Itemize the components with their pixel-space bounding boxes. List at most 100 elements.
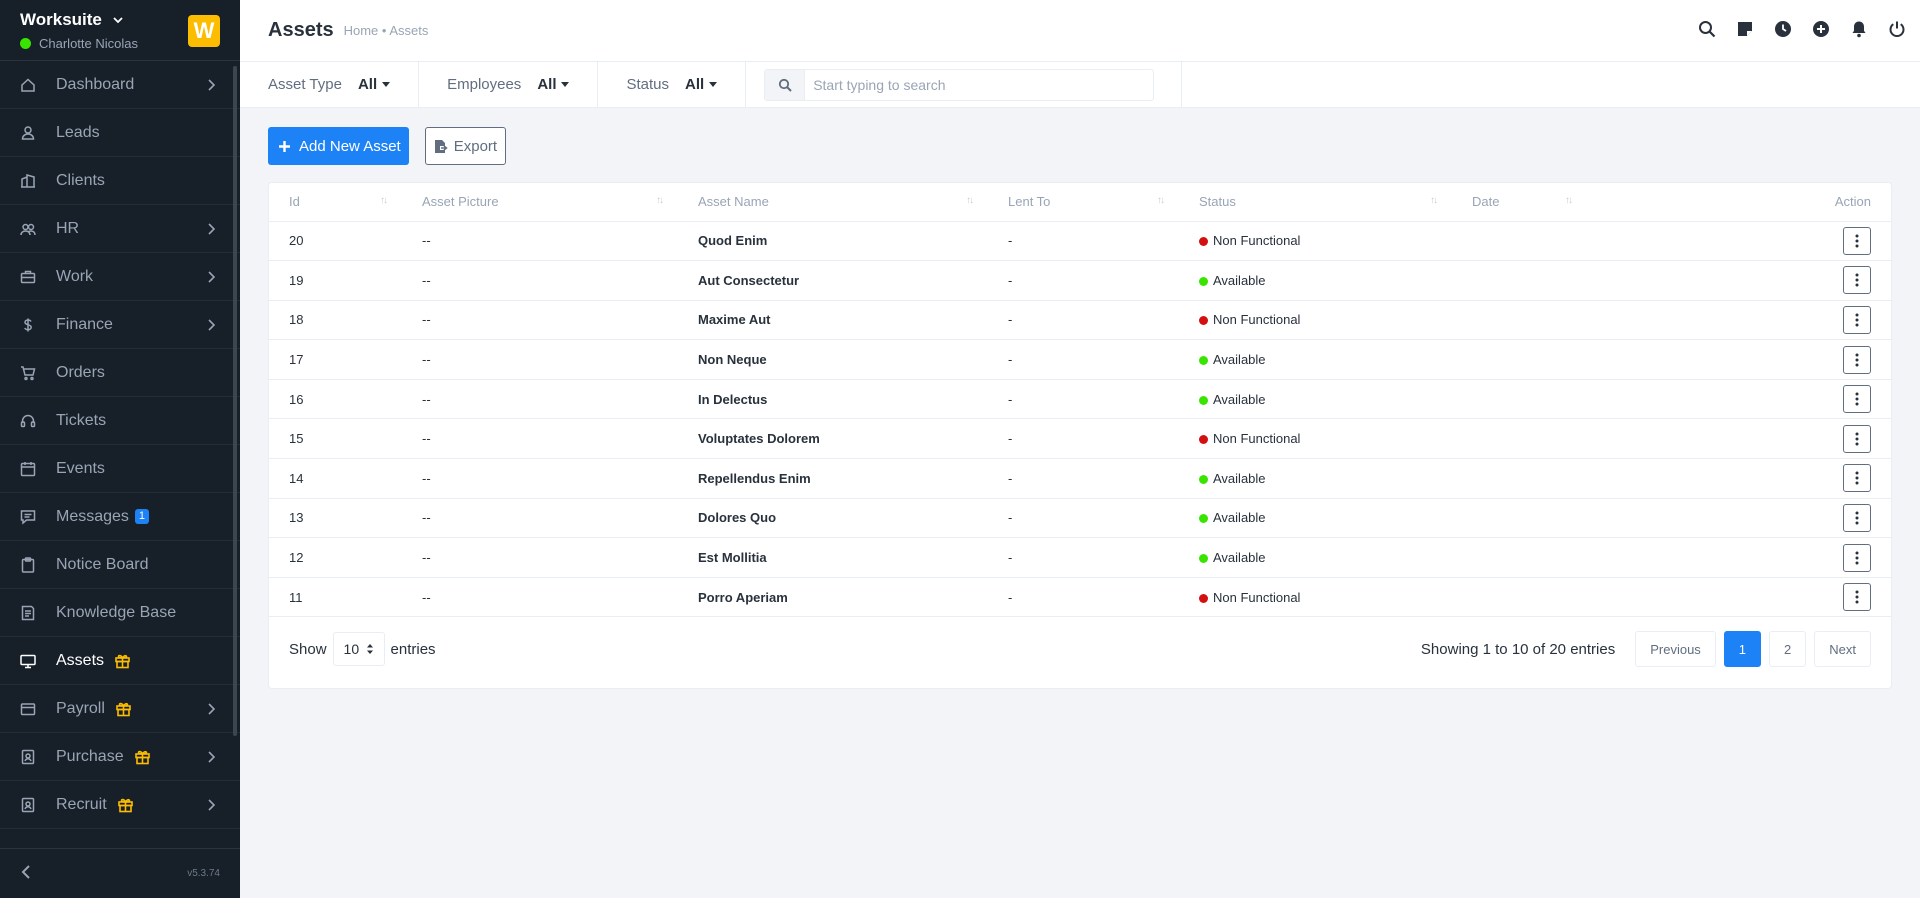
cell-asset-name[interactable]: Repellendus Enim: [678, 458, 988, 499]
page-title: Assets: [268, 19, 334, 41]
column-header-asset-picture[interactable]: Asset Picture ↑↓: [402, 183, 678, 222]
chat-icon: [20, 509, 36, 525]
app-logo[interactable]: W: [188, 15, 220, 47]
sidebar-item-dashboard[interactable]: Dashboard: [0, 61, 240, 109]
employees-filter[interactable]: Employees All: [419, 61, 599, 108]
kebab-menu-icon: [1855, 551, 1859, 565]
cell-asset-name[interactable]: Quod Enim: [678, 221, 988, 262]
cell-asset-picture: --: [402, 300, 678, 341]
column-label: Action: [1834, 194, 1871, 210]
cell-asset-name[interactable]: Dolores Quo: [678, 498, 988, 539]
sidebar-item-assets[interactable]: Assets: [0, 637, 240, 685]
sidebar-item-hr[interactable]: HR: [0, 205, 240, 253]
page-2-button[interactable]: 2: [1769, 631, 1807, 667]
page-header: Assets Home • Assets: [240, 0, 1920, 62]
row-actions-button[interactable]: [1843, 226, 1871, 255]
cell-date: [1452, 418, 1587, 460]
cell-asset-name[interactable]: Porro Aperiam: [678, 577, 988, 618]
sidebar-item-notice-board[interactable]: Notice Board: [0, 541, 240, 589]
building-icon: [20, 173, 36, 189]
cell-status: Available: [1179, 498, 1452, 539]
search-box: [764, 68, 1155, 101]
chevron-right-icon: [206, 318, 216, 331]
sidebar-item-finance[interactable]: Finance: [0, 301, 240, 349]
column-label: Asset Picture: [422, 194, 499, 210]
status-text: Available: [1213, 352, 1266, 368]
sort-icon: ↑↓: [1157, 195, 1165, 206]
cell-asset-picture: --: [402, 379, 678, 420]
cell-date: [1452, 379, 1587, 420]
column-label: Date: [1472, 194, 1500, 210]
sidebar-item-payroll[interactable]: Payroll: [0, 685, 240, 733]
cell-asset-name[interactable]: Maxime Aut: [678, 300, 988, 341]
cell-asset-name[interactable]: Est Mollitia: [678, 537, 988, 578]
add-circle-icon[interactable]: [1812, 20, 1830, 38]
app-version: v5.3.74: [187, 868, 220, 879]
clock-icon[interactable]: [1774, 20, 1792, 38]
sidebar-item-purchase[interactable]: Purchase: [0, 733, 240, 781]
column-header-date[interactable]: Date ↑↓: [1452, 183, 1587, 222]
sidebar-item-events[interactable]: Events: [0, 445, 240, 493]
cell-action: [1587, 498, 1891, 539]
kebab-menu-icon: [1855, 234, 1859, 248]
power-icon[interactable]: [1888, 20, 1906, 38]
asset-type-filter[interactable]: Asset Type All: [240, 61, 420, 108]
row-actions-button[interactable]: [1843, 464, 1871, 493]
column-header-asset-name[interactable]: Asset Name ↑↓: [678, 183, 988, 222]
sort-icon: ↑↓: [656, 195, 664, 206]
cell-date: [1452, 339, 1587, 380]
row-actions-button[interactable]: [1843, 503, 1871, 532]
row-actions-button[interactable]: [1843, 305, 1871, 334]
row-actions-button[interactable]: [1843, 424, 1871, 453]
breadcrumb[interactable]: Home • Assets: [344, 23, 429, 38]
filter-label: Asset Type: [268, 76, 342, 93]
kebab-menu-icon: [1855, 392, 1859, 406]
table-row: 11 -- Porro Aperiam - Non Functional: [269, 577, 1891, 618]
page-1-button[interactable]: 1: [1723, 631, 1762, 667]
row-actions-button[interactable]: [1843, 266, 1871, 295]
cell-status: Non Functional: [1179, 577, 1452, 618]
sidebar-item-knowledge-base[interactable]: Knowledge Base: [0, 589, 240, 637]
sidebar-item-recruit[interactable]: Recruit: [0, 781, 240, 829]
export-button[interactable]: Export: [424, 127, 507, 165]
page-length-select[interactable]: 10: [332, 632, 385, 666]
cell-asset-name[interactable]: Non Neque: [678, 339, 988, 380]
asset-type-dropdown[interactable]: All: [358, 76, 391, 93]
column-header-status[interactable]: Status ↑↓: [1179, 183, 1452, 222]
sidebar-item-orders[interactable]: Orders: [0, 349, 240, 397]
cell-asset-name[interactable]: Voluptates Dolorem: [678, 418, 988, 460]
row-actions-button[interactable]: [1843, 583, 1871, 612]
row-actions-button[interactable]: [1843, 543, 1871, 572]
sidebar-scrollbar[interactable]: [233, 66, 237, 736]
add-new-asset-button[interactable]: Add New Asset: [268, 127, 409, 165]
cell-date: [1452, 260, 1587, 301]
bell-icon[interactable]: [1850, 20, 1868, 38]
filter-value: All: [537, 76, 557, 93]
cell-asset-name[interactable]: Aut Consectetur: [678, 260, 988, 301]
collapse-sidebar-icon[interactable]: [20, 865, 32, 882]
sidebar-item-messages[interactable]: Messages 1: [0, 493, 240, 541]
employees-dropdown[interactable]: All: [537, 76, 570, 93]
sidebar-item-label: Finance: [56, 315, 113, 333]
sidebar-item-clients[interactable]: Clients: [0, 157, 240, 205]
caret-down-icon: [382, 82, 391, 87]
previous-page-button[interactable]: Previous: [1635, 631, 1716, 667]
status-dot-icon: [1199, 554, 1208, 564]
column-header-lent-to[interactable]: Lent To ↑↓: [988, 183, 1179, 222]
sidebar-item-tickets[interactable]: Tickets: [0, 397, 240, 445]
sidebar-item-work[interactable]: Work: [0, 253, 240, 301]
search-input[interactable]: [805, 76, 1146, 93]
row-actions-button[interactable]: [1843, 345, 1871, 374]
row-actions-button[interactable]: [1843, 385, 1871, 414]
status-dropdown[interactable]: All: [685, 76, 718, 93]
next-page-button[interactable]: Next: [1814, 631, 1871, 667]
column-header-id[interactable]: Id ↑↓: [269, 183, 402, 222]
status-text: Available: [1213, 550, 1266, 566]
status-dot-icon: [1199, 474, 1208, 484]
sidebar-item-leads[interactable]: Leads: [0, 109, 240, 157]
button-label: Add New Asset: [299, 137, 401, 155]
cell-asset-name[interactable]: In Delectus: [678, 379, 988, 420]
search-icon[interactable]: [1698, 20, 1716, 38]
sticky-note-icon[interactable]: [1736, 20, 1754, 38]
status-filter[interactable]: Status All: [598, 61, 747, 108]
